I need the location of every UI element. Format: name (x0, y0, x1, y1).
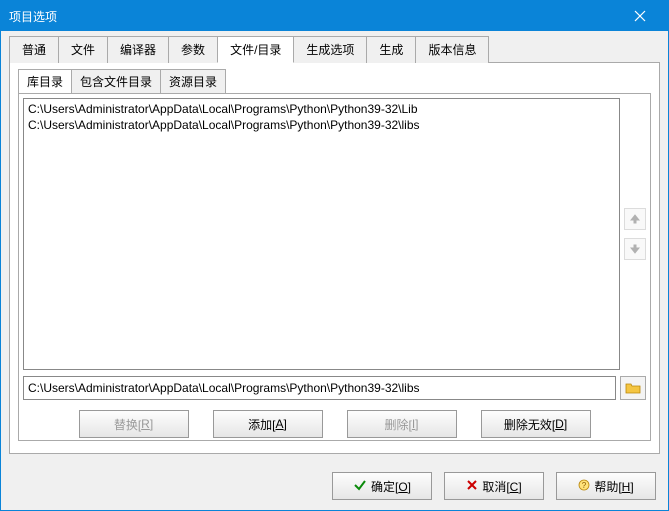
arrow-down-icon (630, 244, 640, 254)
ok-button[interactable]: 确定[O] (332, 472, 432, 500)
x-icon (466, 479, 478, 494)
footer: 确定[O] 取消[C] ? 帮助[H] (1, 462, 668, 510)
tab-panel: 库目录 包含文件目录 资源目录 C:\Users\Administrator\A… (9, 63, 660, 454)
reorder-buttons (622, 94, 650, 374)
move-up-button[interactable] (624, 208, 646, 230)
tab-params[interactable]: 参数 (168, 36, 218, 63)
help-icon: ? (578, 479, 590, 494)
browse-button[interactable] (620, 376, 646, 400)
path-input[interactable] (23, 376, 616, 400)
replace-button[interactable]: 替换[R] (79, 410, 189, 438)
sub-tabs: 库目录 包含文件目录 资源目录 (18, 69, 651, 93)
list-item[interactable]: C:\Users\Administrator\AppData\Local\Pro… (28, 101, 615, 117)
subtab-lib-dirs[interactable]: 库目录 (18, 69, 72, 93)
tab-files[interactable]: 文件 (58, 36, 108, 63)
close-button[interactable] (620, 1, 660, 31)
delete-button[interactable]: 删除[I] (347, 410, 457, 438)
tab-compiler[interactable]: 编译器 (107, 36, 169, 63)
tab-general[interactable]: 普通 (9, 36, 59, 63)
tab-build[interactable]: 生成 (366, 36, 416, 63)
tab-version-info[interactable]: 版本信息 (415, 36, 489, 63)
arrow-up-icon (630, 214, 640, 224)
move-down-button[interactable] (624, 238, 646, 260)
path-row (19, 374, 650, 404)
svg-text:?: ? (582, 481, 587, 490)
content-area: 普通 文件 编译器 参数 文件/目录 生成选项 生成 版本信息 库目录 包含文件… (1, 31, 668, 462)
window-title: 项目选项 (9, 8, 620, 25)
add-button[interactable]: 添加[A] (213, 410, 323, 438)
cancel-button[interactable]: 取消[C] (444, 472, 544, 500)
list-area: C:\Users\Administrator\AppData\Local\Pro… (19, 94, 650, 374)
action-row: 替换[R] 添加[A] 删除[I] 删除无效[D] (19, 404, 650, 440)
subtab-include-dirs[interactable]: 包含文件目录 (71, 69, 161, 93)
folder-icon (625, 381, 641, 395)
check-icon (353, 479, 367, 494)
subtab-resource-dirs[interactable]: 资源目录 (160, 69, 226, 93)
close-icon (634, 10, 646, 22)
tab-build-options[interactable]: 生成选项 (293, 36, 367, 63)
dialog-window: 项目选项 普通 文件 编译器 参数 文件/目录 生成选项 生成 版本信息 库目录… (0, 0, 669, 511)
sub-panel: C:\Users\Administrator\AppData\Local\Pro… (18, 93, 651, 441)
titlebar: 项目选项 (1, 1, 668, 31)
main-tabs: 普通 文件 编译器 参数 文件/目录 生成选项 生成 版本信息 (9, 35, 660, 63)
tab-files-dirs[interactable]: 文件/目录 (217, 36, 294, 63)
help-button[interactable]: ? 帮助[H] (556, 472, 656, 500)
list-item[interactable]: C:\Users\Administrator\AppData\Local\Pro… (28, 117, 615, 133)
directory-listbox[interactable]: C:\Users\Administrator\AppData\Local\Pro… (23, 98, 620, 370)
delete-invalid-button[interactable]: 删除无效[D] (481, 410, 591, 438)
